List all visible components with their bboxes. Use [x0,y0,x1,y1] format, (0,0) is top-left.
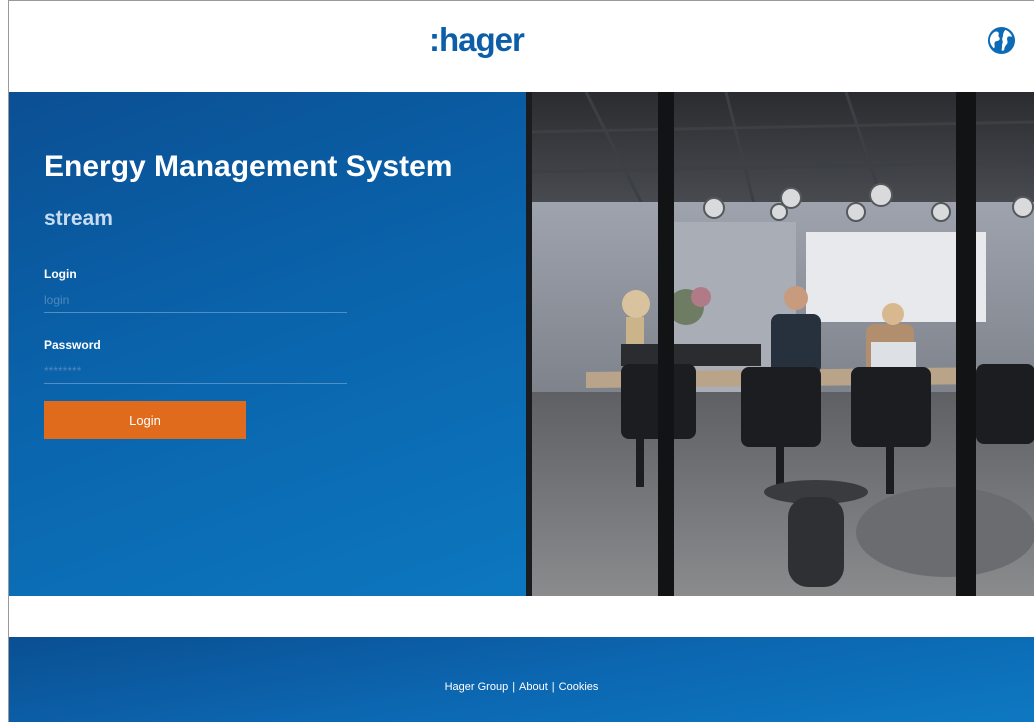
footer-separator: | [512,681,516,693]
logo-colon: : [429,21,440,58]
page-title: Energy Management System [44,150,453,183]
footer-link-hager-group[interactable]: Hager Group [445,681,509,693]
footer-link-about[interactable]: About [519,681,548,693]
footer: Hager Group | About | Cookies [9,637,1034,722]
page-frame: :hager Energy Management System stream L… [8,0,1034,722]
product-name: stream [44,207,113,230]
password-input[interactable] [44,359,347,384]
login-panel: Energy Management System stream Login Pa… [9,92,526,596]
meeting-room-photo [526,92,1034,596]
logo-text: hager [439,21,525,58]
header: :hager [9,1,1034,92]
login-label: Login [44,267,77,281]
meeting-room-illustration [526,92,1034,596]
globe-icon[interactable] [987,26,1016,55]
hero: Energy Management System stream Login Pa… [9,92,1034,596]
footer-link-cookies[interactable]: Cookies [559,681,599,693]
footer-separator: | [551,681,555,693]
footer-links: Hager Group | About | Cookies [9,681,1034,693]
login-button[interactable]: Login [44,401,246,439]
login-input[interactable] [44,288,347,313]
password-label: Password [44,338,101,352]
hager-logo[interactable]: :hager [429,21,525,59]
